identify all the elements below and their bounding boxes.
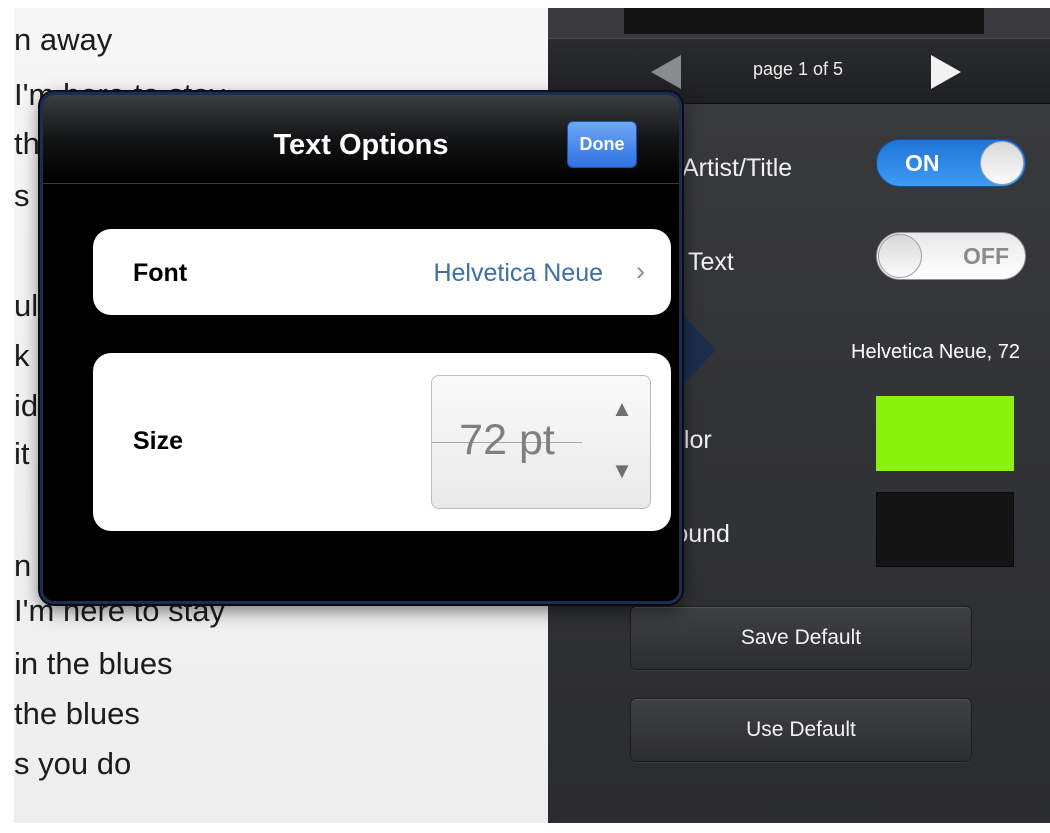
lyric-line: ul	[14, 288, 39, 323]
size-stepper[interactable]: 72 pt ▲ ▼	[431, 375, 651, 509]
stepper-up-icon[interactable]: ▲	[610, 396, 634, 422]
background-color-swatch[interactable]	[876, 492, 1014, 567]
text-options-popover: Text Options Done Font Helvetica Neue › …	[40, 92, 682, 604]
toggle-knob	[878, 234, 922, 278]
save-default-button[interactable]: Save Default	[630, 606, 972, 670]
lyric-line: id	[14, 388, 39, 423]
lyric-line: in the blues	[14, 646, 173, 681]
right-triangle-icon[interactable]	[931, 55, 961, 89]
lyric-line: n away	[14, 22, 113, 57]
page-indicator: page 1 of 5	[752, 59, 844, 79]
size-value: 72 pt	[459, 416, 555, 464]
artist-title-toggle[interactable]: ON	[876, 139, 1026, 187]
artist-title-label: Artist/Title	[682, 154, 793, 182]
toggle-knob	[980, 141, 1024, 185]
font-label: Font	[133, 259, 188, 287]
toggle-off-text: OFF	[963, 243, 1009, 269]
lyric-line: th	[14, 126, 40, 161]
text-label: Text	[688, 248, 734, 276]
popover-arrow	[680, 312, 716, 388]
text-toggle[interactable]: OFF	[876, 232, 1026, 280]
left-triangle-icon[interactable]	[651, 55, 681, 89]
toggle-on-text: ON	[905, 150, 940, 176]
lyric-line: it	[14, 436, 30, 471]
font-value: Helvetica Neue	[433, 259, 603, 287]
lyric-line: the blues	[14, 696, 140, 731]
text-color-swatch[interactable]	[876, 396, 1014, 471]
chevron-right-icon: ›	[636, 256, 645, 286]
size-label: Size	[133, 427, 184, 455]
lyric-line: s you do	[14, 746, 132, 781]
font-cell[interactable]: Font Helvetica Neue ›	[93, 229, 671, 315]
size-cell: Size 72 pt ▲ ▼	[93, 353, 671, 531]
stepper-down-icon[interactable]: ▼	[610, 458, 634, 484]
preview-strip	[624, 8, 984, 34]
font-summary[interactable]: Helvetica Neue, 72	[851, 341, 1020, 364]
use-default-button[interactable]: Use Default	[630, 698, 972, 762]
popover-header: Text Options Done	[43, 95, 679, 184]
done-button[interactable]: Done	[567, 121, 637, 168]
lyric-line: k	[14, 338, 30, 373]
